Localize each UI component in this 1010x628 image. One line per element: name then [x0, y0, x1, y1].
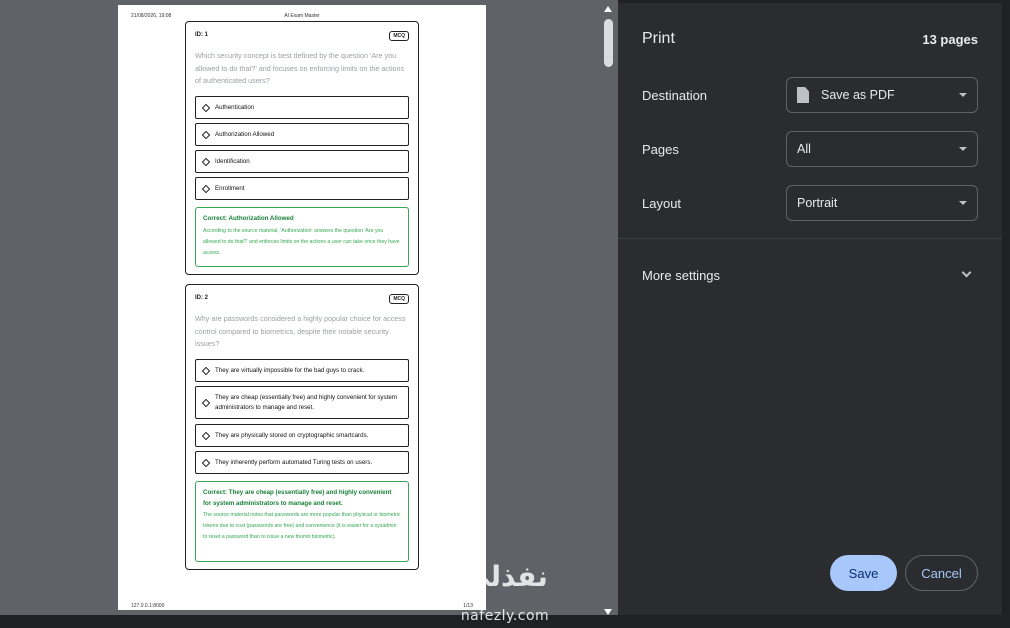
layout-value: Portrait	[797, 196, 838, 210]
option-text: Identification	[215, 157, 250, 165]
correct-answer-label: Correct: Authorization Allowed	[203, 215, 294, 222]
correct-answer-label: Correct: They are cheap (essentially fre…	[203, 489, 392, 507]
option-text: Authorization Allowed	[215, 130, 275, 138]
diamond-icon	[201, 130, 211, 139]
answer-option: They inherently perform automated Turing…	[195, 451, 409, 474]
watermark-logo: نفذلي nafezly.com	[440, 560, 580, 628]
answer-explanation: The source material notes that passwords…	[203, 512, 401, 540]
option-text: They are physically stored on cryptograp…	[215, 431, 369, 439]
correct-answer-box: Correct: They are cheap (essentially fre…	[195, 481, 409, 562]
layout-label: Layout	[642, 196, 682, 211]
preview-page: 21/08/2026, 19:08 AI Exam Master ID: 1 M…	[118, 5, 486, 610]
answer-option: Identification	[195, 150, 409, 173]
layout-select[interactable]: Portrait	[786, 185, 978, 221]
document-icon	[797, 87, 809, 103]
diamond-icon	[201, 458, 211, 467]
question-card: ID: 1 MCQ Which security concept is best…	[185, 21, 419, 275]
print-dialog: 21/08/2026, 19:08 AI Exam Master ID: 1 M…	[0, 0, 1010, 628]
settings-divider	[618, 238, 1002, 239]
dropdown-arrow-icon	[959, 147, 967, 151]
print-title: Print	[642, 30, 675, 47]
option-text: Enrollment	[215, 184, 245, 192]
pages-select[interactable]: All	[786, 131, 978, 167]
answer-option: They are cheap (essentially free) and hi…	[195, 386, 409, 419]
scroll-thumb[interactable]	[604, 19, 613, 67]
watermark-arabic-text: نفذلي	[462, 560, 548, 593]
question-type-badge: MCQ	[389, 294, 409, 304]
question-card: ID: 2 MCQ Why are passwords considered a…	[185, 284, 419, 570]
question-type-badge: MCQ	[389, 31, 409, 41]
diamond-icon	[201, 398, 211, 407]
option-text: Authentication	[215, 103, 255, 111]
answer-explanation: According to the source material, 'Autho…	[203, 227, 400, 256]
correct-answer-box: Correct: Authorization Allowed According…	[195, 207, 409, 267]
cancel-button[interactable]: Cancel	[905, 555, 978, 591]
option-text: They are virtually impossible for the ba…	[215, 366, 365, 374]
question-text: Which security concept is best defined b…	[195, 51, 405, 85]
chevron-down-icon[interactable]	[961, 267, 972, 278]
answer-option: Authentication	[195, 96, 409, 119]
pages-value: All	[797, 142, 811, 156]
page-footer-url: 127.0.0.1:8000	[131, 603, 165, 609]
question-id: ID: 2	[195, 295, 209, 301]
diamond-icon	[201, 366, 211, 375]
pages-label: Pages	[642, 142, 679, 157]
diamond-icon	[201, 103, 211, 112]
print-settings-panel: Print 13 pages Destination Save as PDF P…	[618, 3, 1002, 615]
more-settings-toggle[interactable]: More settings	[642, 268, 720, 283]
diamond-icon	[201, 157, 211, 166]
page-count: 13 pages	[922, 32, 978, 47]
dropdown-arrow-icon	[959, 201, 967, 205]
question-text: Why are passwords considered a highly po…	[195, 314, 406, 348]
scroll-up-arrow-icon[interactable]	[604, 6, 612, 12]
dropdown-arrow-icon	[959, 93, 967, 97]
diamond-icon	[201, 431, 211, 440]
destination-label: Destination	[642, 88, 708, 103]
option-text: They are cheap (essentially free) and hi…	[215, 393, 397, 411]
answer-option: They are virtually impossible for the ba…	[195, 359, 409, 382]
question-id: ID: 1	[195, 32, 209, 38]
destination-value: Save as PDF	[821, 88, 895, 102]
scroll-down-arrow-icon[interactable]	[604, 609, 612, 615]
destination-select[interactable]: Save as PDF	[786, 77, 978, 113]
preview-scrollbar[interactable]	[601, 3, 616, 615]
answer-option: Authorization Allowed	[195, 123, 409, 146]
watermark-latin-text: nafezly.com	[460, 608, 550, 624]
answer-option: They are physically stored on cryptograp…	[195, 424, 409, 447]
diamond-icon	[201, 184, 211, 193]
answer-option: Enrollment	[195, 177, 409, 200]
save-button[interactable]: Save	[830, 555, 897, 591]
print-preview-area: 21/08/2026, 19:08 AI Exam Master ID: 1 M…	[0, 0, 618, 615]
page-header-title: AI Exam Master	[284, 13, 320, 19]
option-text: They inherently perform automated Turing…	[215, 458, 373, 466]
